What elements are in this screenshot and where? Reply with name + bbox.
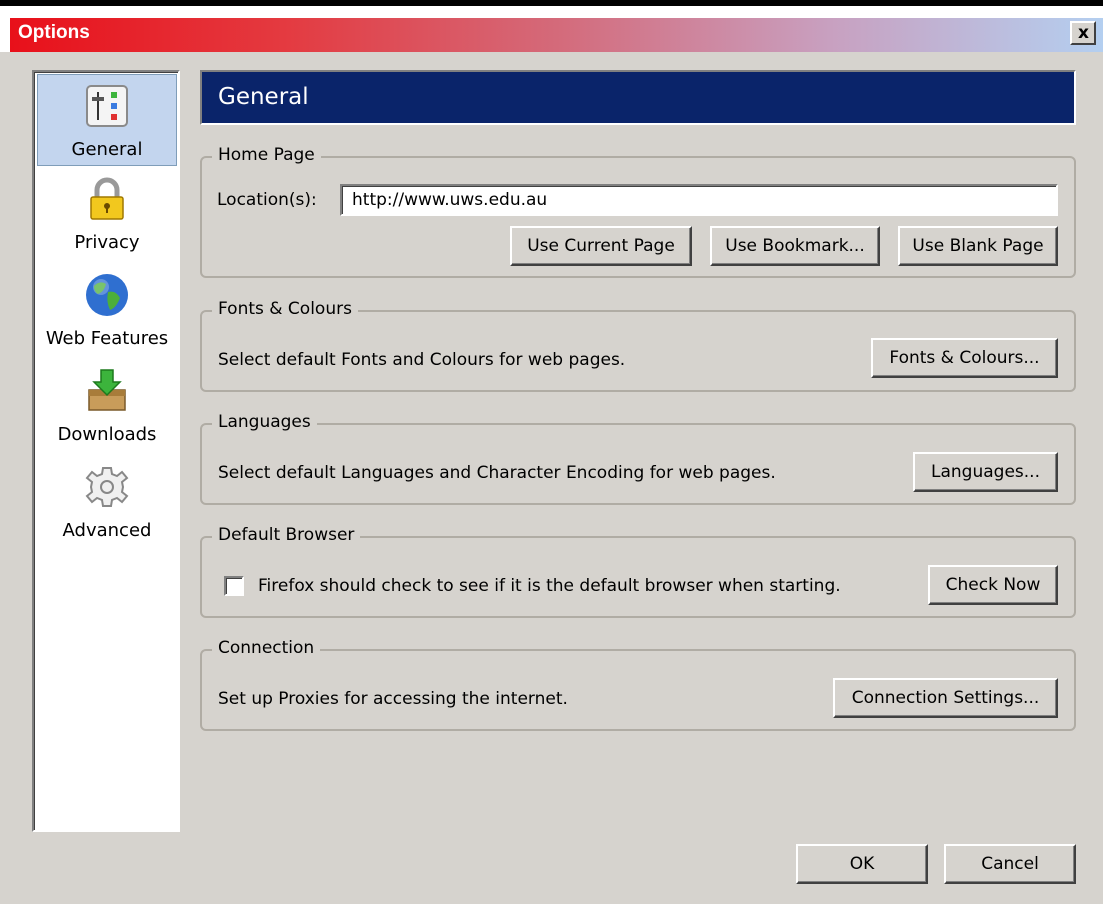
languages-description: Select default Languages and Character E… bbox=[218, 463, 776, 483]
connection-settings-button[interactable]: Connection Settings... bbox=[833, 678, 1058, 718]
top-border bbox=[0, 0, 1103, 6]
connection-description: Set up Proxies for accessing the interne… bbox=[218, 689, 568, 709]
category-sidebar: General Privacy Web Features Downloads A… bbox=[32, 70, 180, 832]
check-now-button[interactable]: Check Now bbox=[928, 565, 1058, 605]
sidebar-item-privacy[interactable]: Privacy bbox=[37, 168, 177, 260]
gear-icon bbox=[85, 467, 129, 507]
sidebar-item-downloads[interactable]: Downloads bbox=[37, 360, 177, 452]
general-settings-icon bbox=[86, 85, 128, 127]
languages-button[interactable]: Languages... bbox=[913, 452, 1058, 492]
close-button[interactable]: x bbox=[1070, 21, 1096, 45]
globe-icon bbox=[86, 274, 128, 316]
title-bar-gradient bbox=[10, 18, 1103, 52]
close-icon: x bbox=[1078, 23, 1089, 43]
sidebar-item-label: Privacy bbox=[74, 232, 140, 253]
default-browser-checkbox-label: Firefox should check to see if it is the… bbox=[258, 576, 841, 596]
use-bookmark-button[interactable]: Use Bookmark... bbox=[710, 226, 880, 266]
fonts-colours-button[interactable]: Fonts & Colours... bbox=[871, 338, 1058, 378]
group-title: Connection bbox=[212, 638, 321, 658]
use-current-page-button[interactable]: Use Current Page bbox=[510, 226, 692, 266]
location-label: Location(s): bbox=[217, 190, 317, 210]
group-title: Fonts & Colours bbox=[212, 299, 358, 319]
sidebar-item-general[interactable]: General bbox=[37, 74, 177, 166]
fonts-colours-description: Select default Fonts and Colours for web… bbox=[218, 350, 626, 370]
cancel-button[interactable]: Cancel bbox=[944, 844, 1076, 884]
sidebar-item-advanced[interactable]: Advanced bbox=[37, 456, 177, 548]
title-bar: Options x bbox=[0, 0, 1103, 52]
page-title: General bbox=[218, 84, 309, 110]
sidebar-item-label: Downloads bbox=[57, 424, 157, 445]
group-title: Home Page bbox=[212, 145, 321, 165]
group-title: Languages bbox=[212, 412, 317, 432]
ok-button[interactable]: OK bbox=[796, 844, 928, 884]
window-title: Options bbox=[18, 22, 90, 43]
sidebar-item-label: General bbox=[71, 139, 143, 160]
sidebar-item-label: Advanced bbox=[62, 520, 152, 541]
use-blank-page-button[interactable]: Use Blank Page bbox=[898, 226, 1058, 266]
sidebar-item-web-features[interactable]: Web Features bbox=[37, 264, 177, 356]
panel-heading: General bbox=[200, 70, 1076, 125]
download-box-icon bbox=[88, 369, 126, 411]
home-page-location-input[interactable] bbox=[340, 184, 1058, 216]
padlock-icon bbox=[90, 177, 124, 220]
sidebar-item-label: Web Features bbox=[45, 328, 169, 349]
default-browser-checkbox[interactable] bbox=[224, 576, 244, 596]
group-title: Default Browser bbox=[212, 525, 361, 545]
